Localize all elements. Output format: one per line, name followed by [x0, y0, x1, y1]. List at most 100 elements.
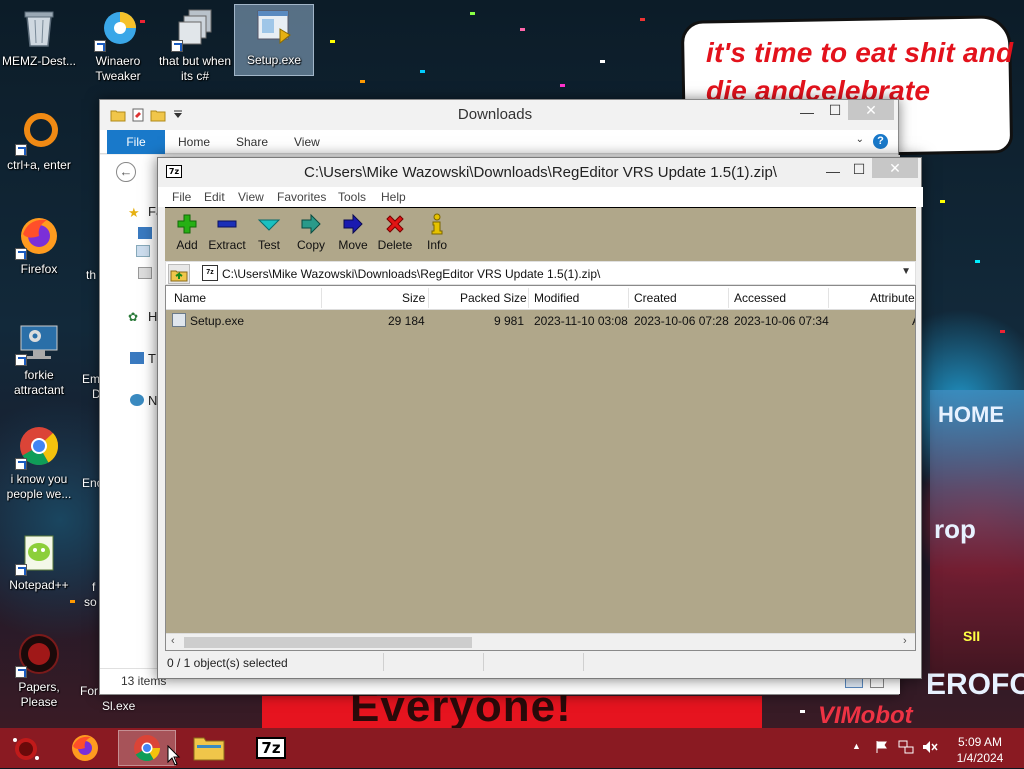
column-modified[interactable]: Modified	[534, 291, 579, 305]
menu-tools[interactable]: Tools	[338, 190, 366, 204]
desktop-icon-memz[interactable]: MEMZ-Dest...	[0, 6, 78, 69]
test-button[interactable]: Test	[247, 212, 291, 258]
menu-edit[interactable]: Edit	[204, 190, 225, 204]
start-button[interactable]	[0, 730, 58, 766]
tab-share[interactable]: Share	[236, 130, 268, 154]
desktop-icon-label: forkie	[24, 368, 54, 382]
menu-favorites[interactable]: Favorites	[277, 190, 326, 204]
tab-file[interactable]: File	[107, 130, 165, 154]
network-icon[interactable]	[898, 740, 914, 754]
address-path[interactable]: C:\Users\Mike Wazowski\Downloads\RegEdit…	[222, 267, 600, 281]
help-icon[interactable]: ?	[873, 134, 888, 149]
desktop-icon-label: Papers, Please	[18, 680, 60, 709]
clock-date: 1/4/2024	[956, 751, 1004, 765]
explorer-titlebar[interactable]: Downloads — ☐ ✕	[100, 100, 898, 130]
sidebar-item-network[interactable]: N	[148, 393, 157, 408]
folder-up-icon	[170, 270, 188, 282]
extract-button[interactable]: Extract	[207, 212, 247, 258]
desktop-icon[interactable]	[138, 227, 152, 239]
minimize-button[interactable]: —	[820, 161, 846, 181]
column-divider[interactable]	[728, 288, 729, 308]
tab-home[interactable]: Home	[178, 130, 210, 154]
volume-muted-icon[interactable]	[922, 740, 938, 754]
info-button[interactable]: Info	[415, 212, 459, 258]
desktop-icon-label: Firefox	[20, 262, 58, 276]
show-hidden-icon[interactable]: ▲	[852, 741, 861, 751]
taskbar-firefox[interactable]	[56, 730, 114, 766]
close-button[interactable]: ✕	[872, 158, 918, 178]
desktop-icon-papers-please[interactable]: Papers, Please	[0, 632, 78, 710]
taskbar-7zip[interactable]: 7z	[242, 730, 300, 766]
desktop-icon-notepad-plus-plus[interactable]: Notepad++	[0, 530, 78, 593]
confetti	[800, 710, 805, 713]
desktop-icon-firefox[interactable]: Firefox	[0, 214, 78, 277]
desktop-icon-label: Tweaker	[95, 69, 141, 83]
desktop-icon-forkie-attractant[interactable]: forkie attractant	[0, 320, 78, 398]
7zip-titlebar[interactable]: 7z C:\Users\Mike Wazowski\Downloads\RegE…	[158, 158, 921, 186]
desktop-icon-winaero-tweaker[interactable]: Winaero Tweaker	[79, 6, 157, 84]
close-button[interactable]: ✕	[848, 100, 894, 120]
column-created[interactable]: Created	[634, 291, 677, 305]
column-divider[interactable]	[628, 288, 629, 308]
column-divider[interactable]	[528, 288, 529, 308]
column-divider[interactable]	[428, 288, 429, 308]
scroll-right-icon[interactable]: ›	[903, 635, 907, 647]
horizontal-scrollbar[interactable]: ‹ ›	[166, 633, 915, 650]
tab-view[interactable]: View	[294, 130, 320, 154]
system-clock[interactable]: 5:09 AM 1/4/2024	[950, 734, 1010, 766]
confetti	[420, 70, 425, 73]
desktop-icon-i-know-you[interactable]: i know you people we...	[0, 424, 78, 502]
menu-help[interactable]: Help	[381, 190, 406, 204]
chevron-down-icon[interactable]: ▼	[901, 266, 911, 277]
desktop-icon-label: Setup.exe	[246, 53, 302, 67]
desktop-icon-ctrl-a-enter[interactable]: ctrl+a, enter	[0, 110, 78, 173]
desktop-icon-that-but-when[interactable]: that but when its c#	[156, 6, 234, 84]
scrollbar-thumb[interactable]	[184, 637, 472, 648]
table-row[interactable]: Setup.exe 29 184 9 981 2023-11-10 03:08 …	[166, 312, 915, 330]
file-list[interactable]: Name Size Packed Size Modified Created A…	[165, 285, 916, 651]
shortcut-arrow-icon	[15, 666, 27, 678]
desktop-icon-setup-exe[interactable]: Setup.exe	[234, 4, 314, 76]
column-packed-size[interactable]: Packed Size	[460, 291, 527, 305]
delete-button[interactable]: Delete	[373, 212, 417, 258]
maximize-button[interactable]: ☐	[822, 100, 848, 120]
column-attributes[interactable]: Attribute	[870, 291, 915, 305]
copy-button[interactable]: Copy	[289, 212, 333, 258]
column-accessed[interactable]: Accessed	[734, 291, 786, 305]
column-size[interactable]: Size	[402, 291, 425, 305]
back-arrow-icon[interactable]: ←	[116, 162, 136, 182]
cell-size: 29 184	[388, 314, 425, 328]
cell-created: 2023-10-06 07:28	[634, 314, 729, 328]
column-divider[interactable]	[321, 288, 322, 308]
move-button[interactable]: Move	[331, 212, 375, 258]
menu-view[interactable]: View	[238, 190, 264, 204]
flag-icon[interactable]	[875, 740, 889, 754]
scroll-left-icon[interactable]: ‹	[171, 635, 175, 647]
7zip-window[interactable]: 7z C:\Users\Mike Wazowski\Downloads\RegE…	[157, 157, 923, 679]
menu-file[interactable]: File	[172, 190, 191, 204]
shortcut-arrow-icon	[94, 40, 106, 52]
star-icon: ★	[128, 205, 140, 220]
homegroup-icon: ✿	[128, 310, 139, 324]
chevron-down-icon[interactable]: ⌄	[856, 134, 864, 145]
taskbar-file-explorer[interactable]	[180, 730, 238, 766]
network-icon	[130, 394, 144, 406]
info-icon	[431, 213, 443, 235]
minimize-button[interactable]: —	[794, 102, 820, 122]
downloads-folder-icon[interactable]	[136, 245, 150, 257]
maximize-button[interactable]: ☐	[846, 159, 872, 179]
sidebar-item-this-pc[interactable]: T	[148, 351, 156, 366]
recent-places-icon[interactable]	[138, 267, 152, 279]
column-divider[interactable]	[828, 288, 829, 308]
confetti	[360, 80, 365, 83]
sidebar-item-homegroup[interactable]: H	[148, 309, 157, 324]
clipped-icon-label: so	[84, 595, 97, 609]
move-label: Move	[338, 238, 368, 252]
column-name[interactable]: Name	[174, 291, 206, 305]
stacked-windows-icon	[171, 6, 217, 52]
list-header: Name Size Packed Size Modified Created A…	[166, 286, 915, 310]
up-folder-button[interactable]	[168, 264, 190, 284]
firefox-icon	[15, 214, 61, 260]
add-button[interactable]: Add	[165, 212, 209, 258]
address-bar[interactable]: 7z C:\Users\Mike Wazowski\Downloads\RegE…	[165, 261, 916, 285]
